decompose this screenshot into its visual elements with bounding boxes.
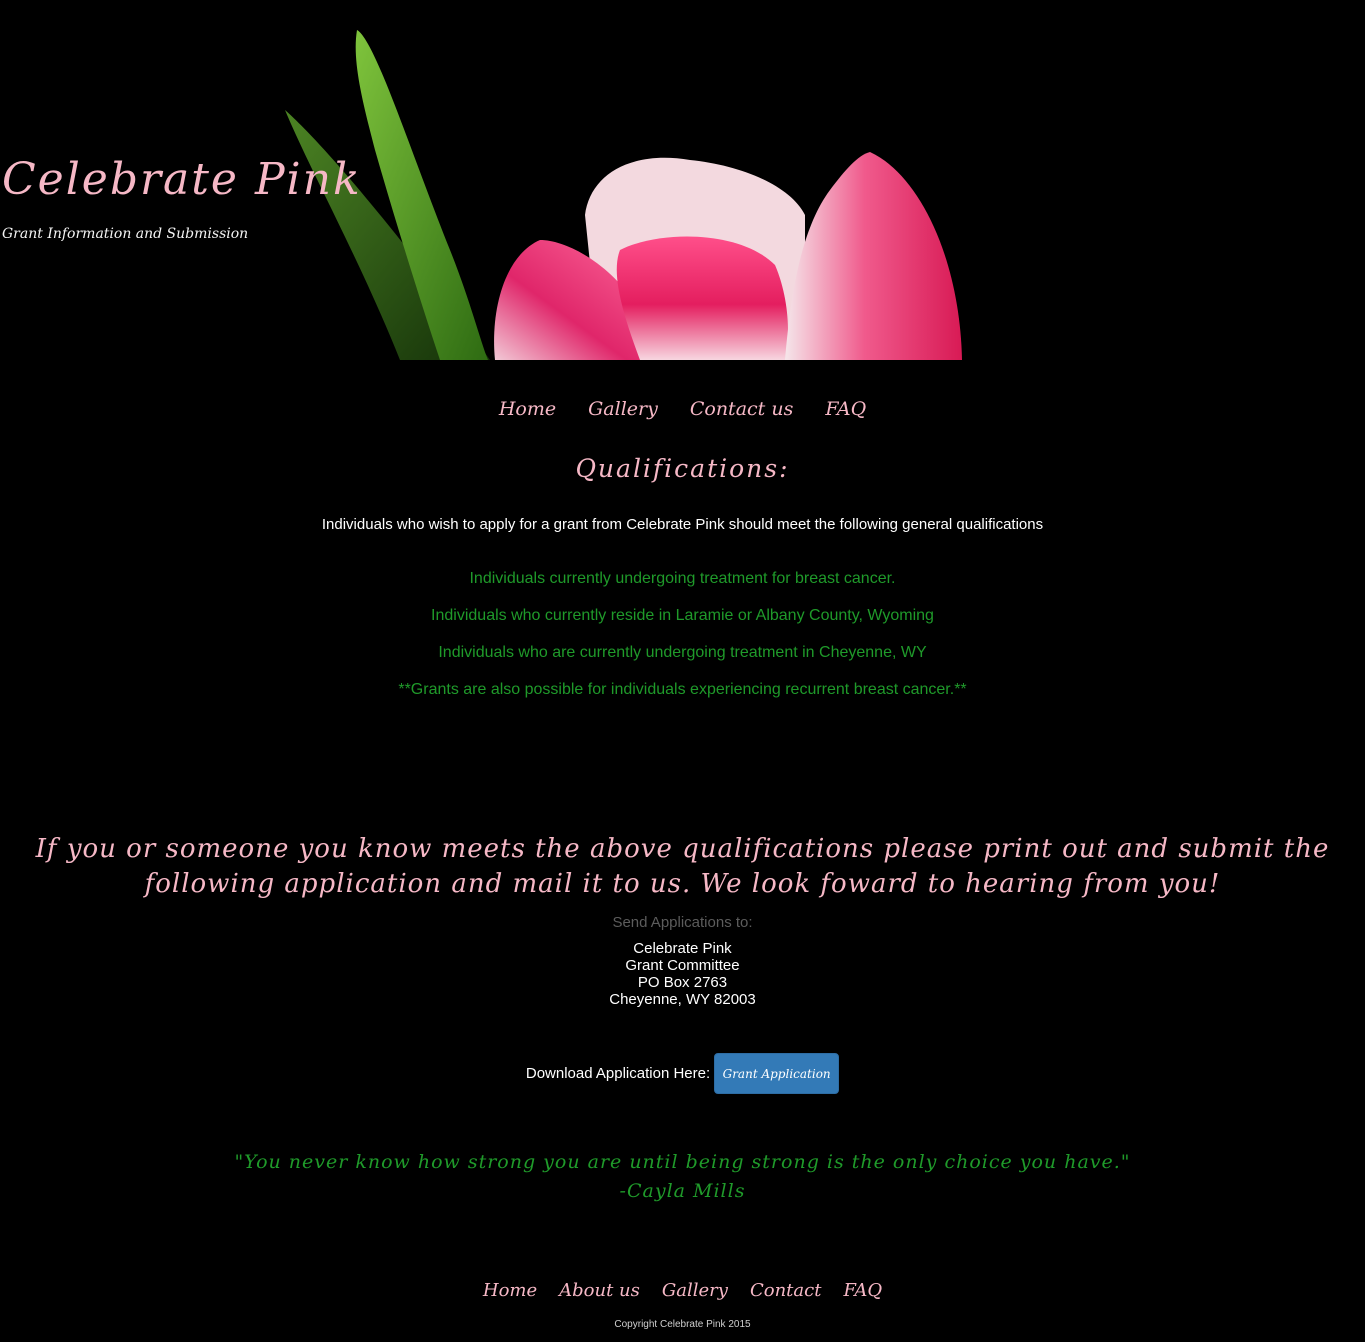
footer-link-gallery[interactable]: Gallery bbox=[662, 1280, 728, 1301]
grant-application-button[interactable]: Grant Application bbox=[714, 1053, 840, 1094]
top-nav: Home Gallery Contact us FAQ bbox=[0, 398, 1365, 420]
download-row: Download Application Here: Grant Applica… bbox=[0, 1053, 1365, 1094]
address-line: Celebrate Pink bbox=[633, 940, 732, 957]
nav-link-contact[interactable]: Contact us bbox=[690, 398, 793, 420]
address-line: Grant Committee bbox=[625, 957, 740, 974]
address-line: PO Box 2763 bbox=[637, 974, 728, 991]
send-applications-label: Send Applications to: bbox=[612, 914, 753, 931]
footer-link-home[interactable]: Home bbox=[483, 1280, 537, 1301]
qualification-item: Individuals who currently reside in Lara… bbox=[431, 607, 934, 624]
qualification-item: Individuals who are currently undergoing… bbox=[438, 644, 927, 661]
hero-banner: Celebrate Pink Grant Information and Sub… bbox=[0, 0, 1365, 360]
address-line: Cheyenne, WY 82003 bbox=[609, 991, 756, 1008]
site-tagline: Grant Information and Submission bbox=[2, 226, 249, 242]
quote-text: "You never know how strong you are until… bbox=[234, 1151, 1131, 1173]
qualifications-heading: Qualifications: bbox=[575, 454, 790, 483]
footer-link-faq[interactable]: FAQ bbox=[843, 1280, 882, 1301]
call-to-action: If you or someone you know meets the abo… bbox=[35, 834, 1330, 899]
nav-link-gallery[interactable]: Gallery bbox=[588, 398, 658, 420]
nav-link-faq[interactable]: FAQ bbox=[825, 398, 866, 420]
footer-link-contact[interactable]: Contact bbox=[750, 1280, 821, 1301]
download-label: Download Application Here: bbox=[525, 1065, 711, 1082]
qualification-item: Individuals currently undergoing treatme… bbox=[469, 570, 896, 587]
mailing-address: Celebrate Pink Grant Committee PO Box 27… bbox=[0, 940, 1365, 1008]
nav-link-home[interactable]: Home bbox=[499, 398, 556, 420]
copyright-text: Copyright Celebrate Pink 2015 bbox=[614, 1319, 751, 1330]
qualification-item: **Grants are also possible for individua… bbox=[398, 681, 967, 698]
footer-link-about[interactable]: About us bbox=[559, 1280, 640, 1301]
footer-nav: Home About us Gallery Contact FAQ bbox=[0, 1280, 1365, 1301]
quote-block: "You never know how strong you are until… bbox=[0, 1148, 1365, 1206]
site-title: Celebrate Pink bbox=[2, 154, 362, 205]
qualifications-list: Individuals currently undergoing treatme… bbox=[0, 568, 1365, 716]
qualifications-intro: Individuals who wish to apply for a gran… bbox=[321, 516, 1044, 533]
quote-author: -Cayla Mills bbox=[619, 1180, 746, 1202]
